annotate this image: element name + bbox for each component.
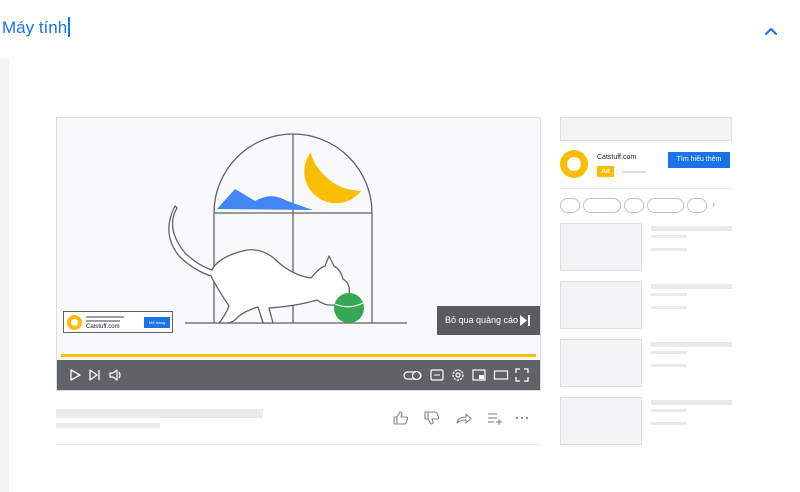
settings-icon[interactable]: [450, 367, 466, 383]
section-title: Máy tính: [2, 17, 70, 38]
ad-card-text-line: [86, 316, 124, 318]
volume-icon[interactable]: [108, 367, 124, 383]
video-player[interactable]: Catstuff.com Mở trang Bỏ qua quảng cáo: [56, 117, 541, 391]
filter-chip[interactable]: [583, 198, 621, 213]
recommendation-meta-placeholder: [651, 409, 687, 412]
fullscreen-icon[interactable]: [514, 367, 530, 383]
sidebar-advertiser-logo-icon: [560, 150, 588, 178]
cat-shape: [168, 205, 351, 324]
section-header[interactable]: Máy tính: [0, 0, 800, 58]
like-icon[interactable]: [392, 410, 410, 426]
filter-chip[interactable]: [647, 198, 684, 213]
theater-mode-icon[interactable]: [493, 367, 509, 383]
recommendation-meta-placeholder: [651, 293, 687, 296]
skip-ad-label: Bỏ qua quảng cáo: [445, 315, 519, 325]
ad-card-text-line: [86, 320, 120, 322]
miniplayer-icon[interactable]: [471, 367, 487, 383]
filter-chip[interactable]: [624, 198, 644, 213]
recommendation-meta-placeholder: [651, 306, 687, 309]
sidebar-ad-advertiser: Catstuff.com: [597, 154, 637, 161]
chevron-up-icon[interactable]: [762, 22, 780, 40]
filter-chip[interactable]: [560, 198, 580, 213]
recommendation-thumbnail[interactable]: [560, 397, 642, 445]
video-illustration: [168, 133, 407, 324]
share-icon[interactable]: [455, 410, 473, 426]
green-ball: [334, 293, 364, 323]
ad-badge: Ad: [597, 166, 614, 177]
section-left-rule: [0, 58, 9, 492]
save-to-playlist-icon[interactable]: [486, 410, 504, 426]
cloud-shape: [217, 189, 313, 210]
section-title-text: Máy tính: [2, 18, 68, 37]
recommendation-thumbnail[interactable]: [560, 281, 642, 329]
sidebar-companion-banner[interactable]: [560, 117, 732, 141]
recommendation-meta-placeholder: [651, 351, 687, 354]
recommendation-thumbnail[interactable]: [560, 223, 642, 271]
video-title-placeholder: [56, 409, 263, 418]
ad-progress-bar[interactable]: [61, 354, 536, 357]
ad-card-domain: Catstuff.com: [86, 324, 120, 330]
play-icon[interactable]: [67, 367, 83, 383]
recommendation-title-placeholder: [651, 226, 732, 231]
recommendation-title-placeholder: [651, 400, 732, 405]
sidebar-divider: [560, 188, 732, 189]
captions-icon[interactable]: [429, 367, 445, 383]
advertiser-logo-icon: [67, 315, 82, 330]
player-controls-bar: [57, 360, 540, 390]
sun-shape: [304, 152, 361, 204]
overlay-ad-card[interactable]: Catstuff.com Mở trang: [63, 311, 173, 333]
recommendation-thumbnail[interactable]: [560, 339, 642, 387]
next-icon[interactable]: [87, 367, 103, 383]
recommendation-meta-placeholder: [651, 235, 687, 238]
text-cursor: [68, 17, 70, 37]
filter-chip[interactable]: [687, 198, 707, 213]
recommendation-title-placeholder: [651, 342, 732, 347]
chips-next-icon[interactable]: ›: [712, 199, 715, 209]
more-icon[interactable]: [513, 410, 531, 426]
below-video-divider: [56, 444, 541, 445]
recommendation-title-placeholder: [651, 284, 732, 289]
recommendation-meta-placeholder: [651, 364, 687, 367]
skip-next-icon: [520, 315, 530, 326]
ad-card-cta-button[interactable]: Mở trang: [144, 317, 170, 328]
learn-more-button[interactable]: Tìm hiểu thêm: [668, 152, 730, 168]
recommendation-meta-placeholder: [651, 422, 687, 425]
recommendation-meta-placeholder: [651, 248, 687, 251]
autoplay-toggle-icon[interactable]: [403, 367, 423, 383]
skip-ad-button[interactable]: Bỏ qua quảng cáo: [437, 306, 540, 335]
sidebar-ad-text-line: [622, 171, 646, 173]
dislike-icon[interactable]: [423, 410, 441, 426]
video-meta-placeholder: [56, 423, 160, 428]
